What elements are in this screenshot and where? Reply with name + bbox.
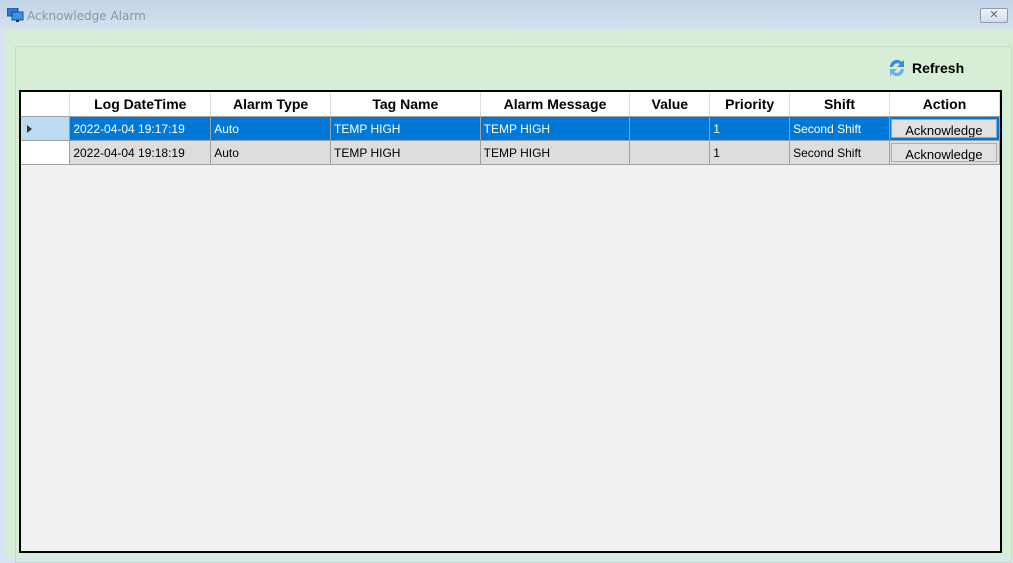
- refresh-button[interactable]: Refresh: [886, 56, 964, 80]
- cell-alarm-message[interactable]: TEMP HIGH: [480, 140, 631, 165]
- cell-alarm-type[interactable]: Auto: [210, 140, 331, 165]
- cell-tag-name[interactable]: TEMP HIGH: [330, 116, 481, 141]
- column-header-priority[interactable]: Priority: [709, 92, 791, 117]
- column-header-alarm-message[interactable]: Alarm Message: [480, 92, 631, 117]
- row-header[interactable]: [21, 116, 71, 141]
- cell-action: Acknowledge: [889, 116, 1001, 141]
- column-header-tag-name[interactable]: Tag Name: [330, 92, 481, 117]
- cell-value[interactable]: [629, 116, 711, 141]
- close-button[interactable]: ✕: [980, 8, 1008, 23]
- window-title: Acknowledge Alarm: [27, 9, 146, 23]
- cell-action: Acknowledge: [889, 140, 1001, 165]
- cell-shift[interactable]: Second Shift: [789, 140, 890, 165]
- refresh-icon: [889, 59, 905, 77]
- close-icon: ✕: [989, 9, 999, 21]
- alarm-table: Log DateTime Alarm Type Tag Name Alarm M…: [21, 92, 1001, 165]
- table-row[interactable]: 2022-04-04 19:18:19 Auto TEMP HIGH TEMP …: [21, 140, 1001, 165]
- row-header-corner: [21, 92, 71, 117]
- column-header-shift[interactable]: Shift: [789, 92, 890, 117]
- header-row: Log DateTime Alarm Type Tag Name Alarm M…: [21, 92, 1001, 117]
- column-header-value[interactable]: Value: [629, 92, 711, 117]
- cell-alarm-type[interactable]: Auto: [210, 116, 331, 141]
- row-header[interactable]: [21, 140, 71, 165]
- cell-log-datetime[interactable]: 2022-04-04 19:18:19: [69, 140, 212, 165]
- cell-tag-name[interactable]: TEMP HIGH: [330, 140, 481, 165]
- cell-shift[interactable]: Second Shift: [789, 116, 890, 141]
- table-row[interactable]: 2022-04-04 19:17:19 Auto TEMP HIGH TEMP …: [21, 116, 1001, 141]
- current-row-arrow-icon: [27, 124, 32, 133]
- cell-alarm-message[interactable]: TEMP HIGH: [480, 116, 631, 141]
- column-header-alarm-type[interactable]: Alarm Type: [210, 92, 331, 117]
- cell-priority[interactable]: 1: [709, 140, 791, 165]
- acknowledge-button[interactable]: Acknowledge: [890, 143, 997, 162]
- alarm-grid[interactable]: Log DateTime Alarm Type Tag Name Alarm M…: [19, 90, 1002, 553]
- column-header-action[interactable]: Action: [889, 92, 1001, 117]
- cell-value[interactable]: [629, 140, 711, 165]
- column-header-log-datetime[interactable]: Log DateTime: [69, 92, 212, 117]
- refresh-label: Refresh: [912, 60, 965, 76]
- cell-priority[interactable]: 1: [709, 116, 791, 141]
- acknowledge-button[interactable]: Acknowledge: [890, 119, 997, 138]
- cell-log-datetime[interactable]: 2022-04-04 19:17:19: [69, 116, 212, 141]
- app-icon: [7, 8, 24, 22]
- title-bar: Acknowledge Alarm ✕: [0, 0, 1013, 30]
